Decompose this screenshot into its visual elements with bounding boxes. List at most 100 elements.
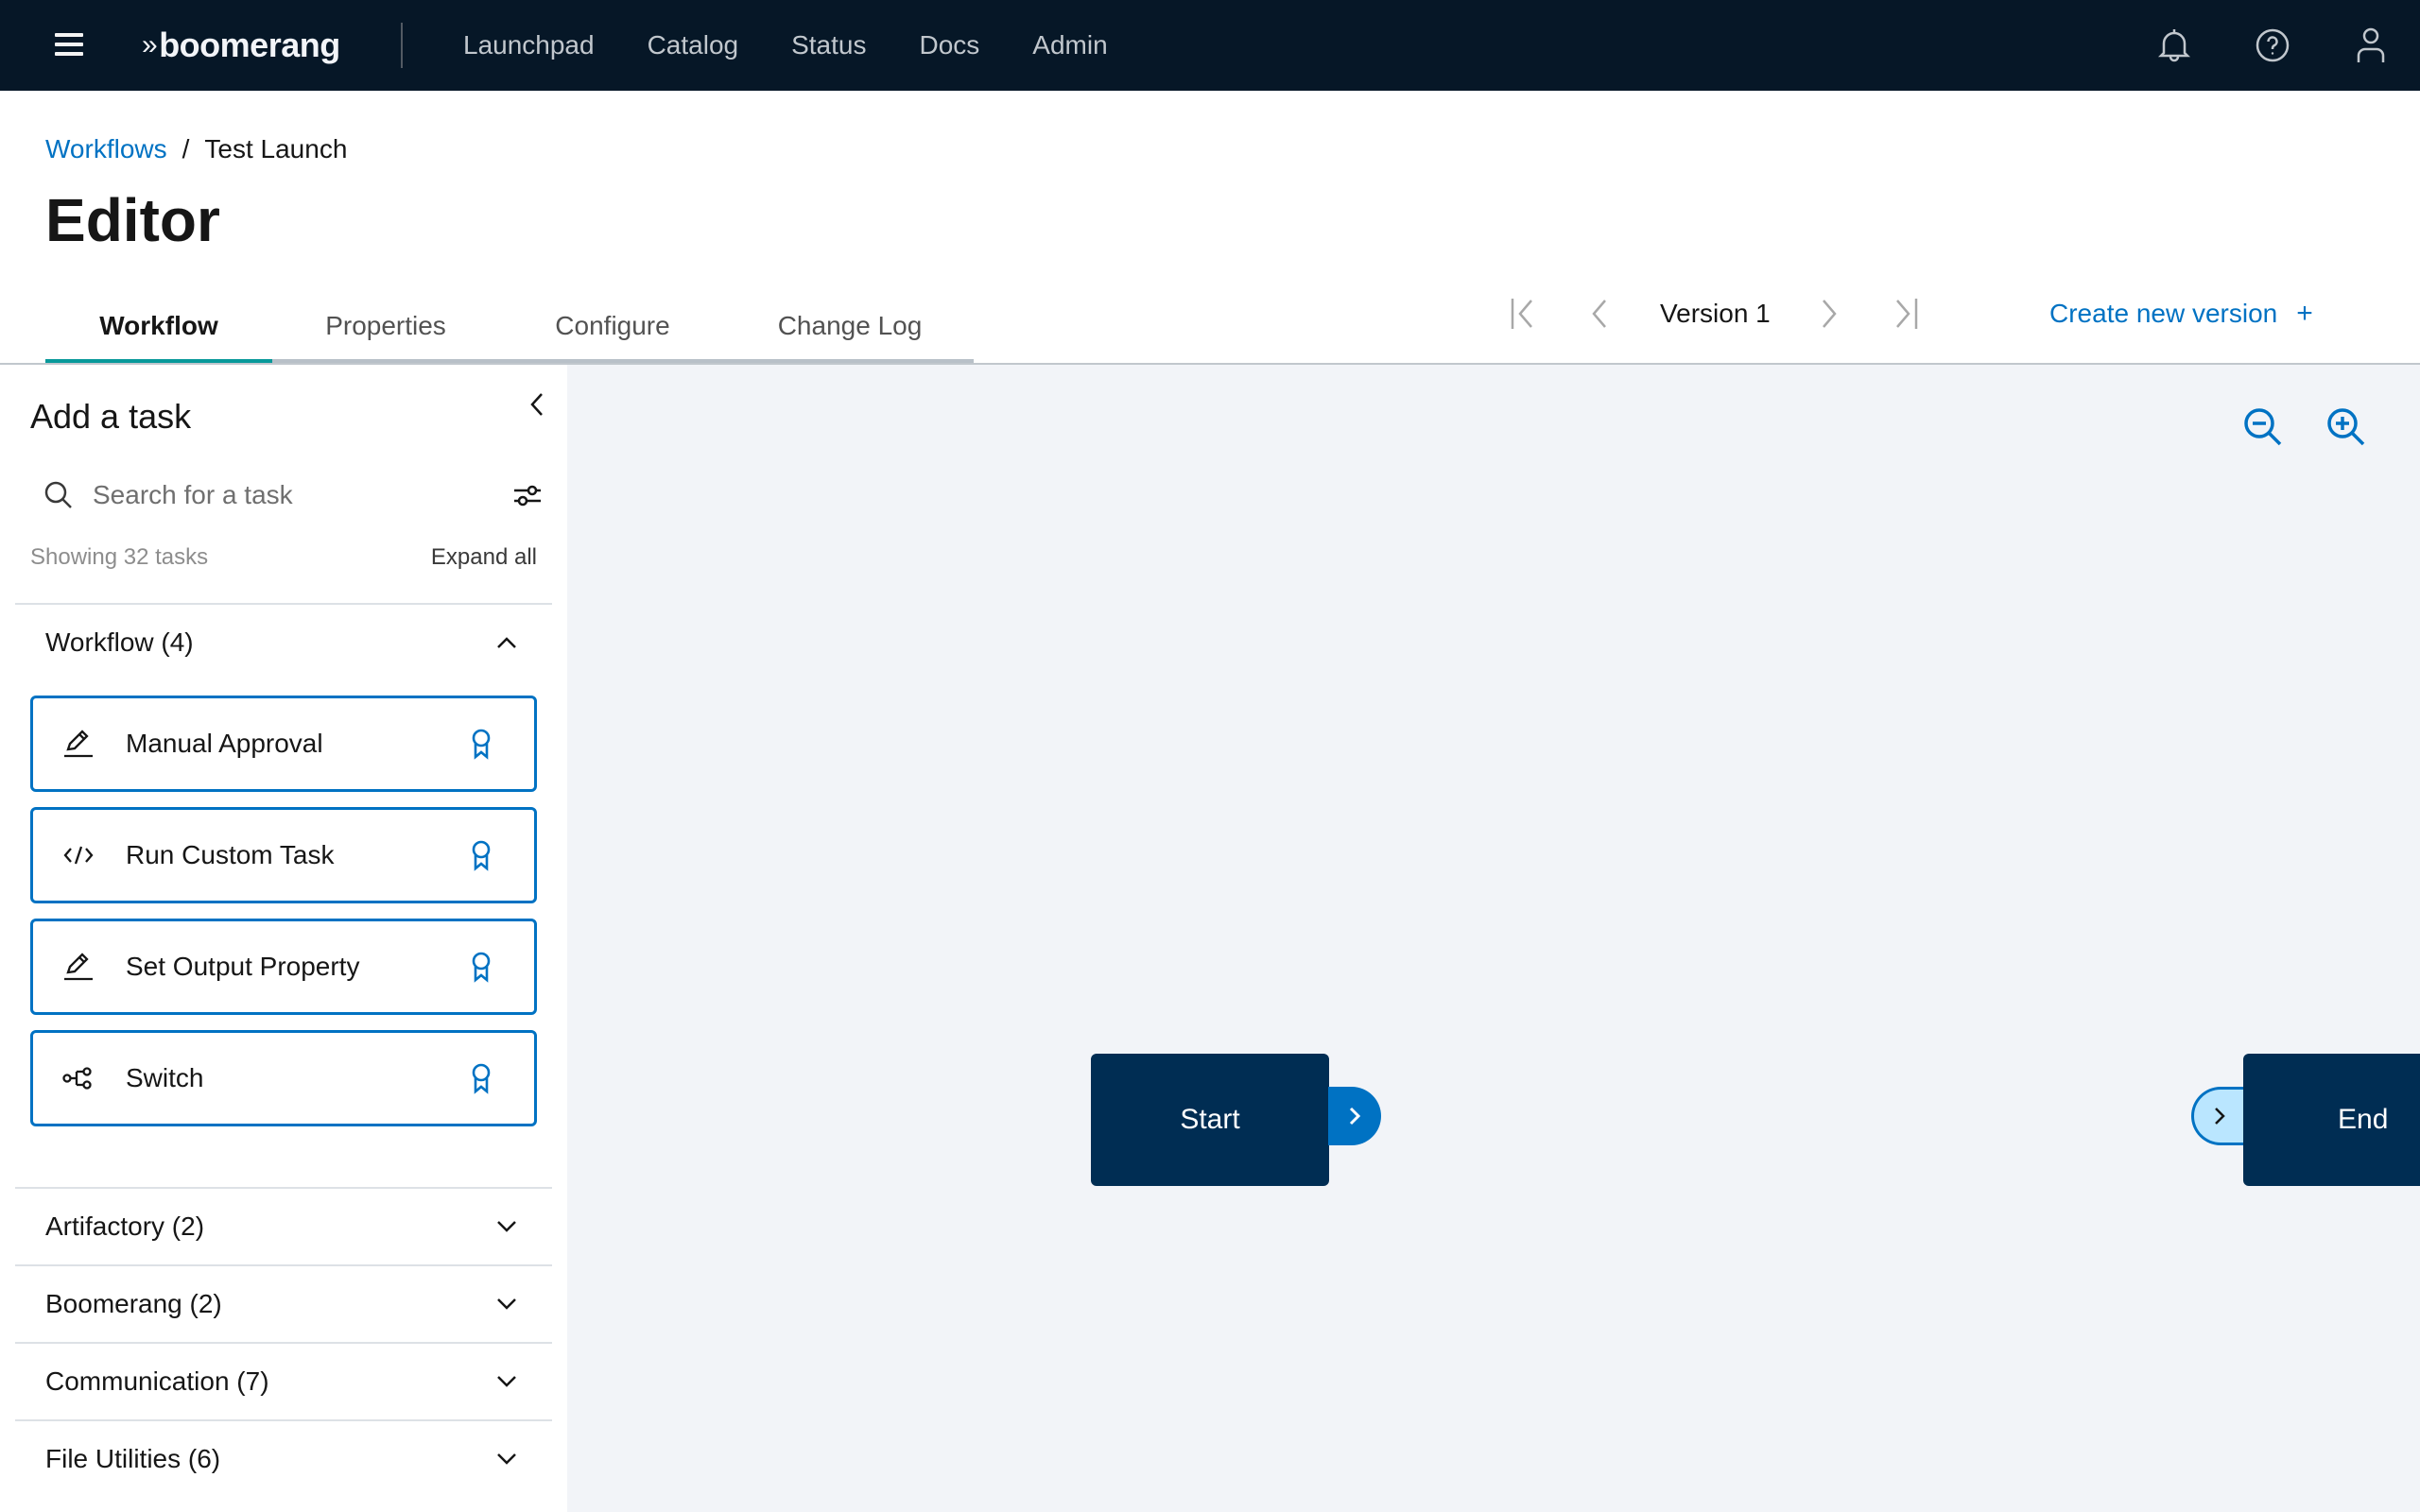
- menu-icon[interactable]: [53, 28, 85, 60]
- end-node-input-port[interactable]: [2191, 1087, 2244, 1145]
- breadcrumb-workflows-link[interactable]: Workflows: [45, 134, 167, 164]
- switch-flow-icon: [60, 1059, 97, 1097]
- user-profile-button[interactable]: [2322, 0, 2420, 91]
- chevron-left-icon: [530, 393, 543, 416]
- task-label: Run Custom Task: [126, 840, 335, 869]
- category-label: File Utilities (6): [45, 1444, 221, 1473]
- workflow-canvas[interactable]: Start End: [567, 365, 2420, 1512]
- task-card-set-output-property[interactable]: Set Output Property: [30, 919, 537, 1015]
- nav-status[interactable]: Status: [791, 30, 866, 60]
- category-artifactory-header[interactable]: Artifactory (2): [15, 1189, 552, 1264]
- nav-launchpad[interactable]: Launchpad: [463, 30, 595, 60]
- last-version-button[interactable]: [1884, 293, 1926, 335]
- previous-version-button[interactable]: [1579, 293, 1620, 335]
- page-last-icon: [1895, 299, 1917, 329]
- help-icon: [2256, 28, 2290, 62]
- task-count: Showing 32 tasks: [30, 544, 209, 570]
- nav-docs[interactable]: Docs: [919, 30, 979, 60]
- settings-adjust-icon: [514, 485, 541, 507]
- help-button[interactable]: [2223, 0, 2322, 91]
- page-first-icon: [1511, 299, 1532, 329]
- task-search: [30, 465, 548, 525]
- node-label: End: [2338, 1104, 2389, 1135]
- chevron-right-icon: [1822, 300, 1837, 328]
- chevron-right-icon: [1349, 1107, 1361, 1125]
- add-icon: +: [2296, 298, 2313, 329]
- app-name: boomerang: [159, 26, 340, 64]
- nav-admin[interactable]: Admin: [1032, 30, 1107, 60]
- expand-all-button[interactable]: Expand all: [431, 544, 537, 571]
- category-file-utilities-header[interactable]: File Utilities (6): [15, 1421, 552, 1497]
- sidebar-title: Add a task: [30, 397, 192, 436]
- tab-change-log[interactable]: Change Log: [726, 293, 974, 363]
- app-logo[interactable]: » boomerang: [142, 21, 340, 70]
- start-node[interactable]: Start: [1091, 1054, 1329, 1186]
- tab-configure[interactable]: Configure: [499, 293, 726, 363]
- bell-icon: [2157, 29, 2191, 62]
- task-card-switch[interactable]: Switch: [30, 1030, 537, 1126]
- create-new-version-button[interactable]: Create new version +: [2049, 284, 2313, 344]
- tab-properties[interactable]: Properties: [272, 293, 499, 363]
- verified-badge-icon: [462, 1059, 500, 1097]
- category-label: Workflow (4): [45, 627, 194, 657]
- chevron-down-icon: [492, 1289, 522, 1319]
- filter-button[interactable]: [507, 474, 548, 516]
- zoom-out-icon: [2244, 408, 2282, 446]
- zoom-in-button[interactable]: [2318, 399, 2375, 455]
- verified-badge-icon: [462, 725, 500, 763]
- chevron-down-icon: [492, 1366, 522, 1397]
- user-icon: [2357, 27, 2385, 62]
- chevron-up-icon: [492, 627, 522, 658]
- verified-badge-icon: [462, 836, 500, 874]
- version-label: Version 1: [1660, 299, 1771, 328]
- zoom-out-button[interactable]: [2235, 399, 2291, 455]
- boomerang-logo-icon: »: [142, 29, 158, 60]
- end-node[interactable]: End: [2243, 1054, 2420, 1186]
- category-communication-header[interactable]: Communication (7): [15, 1344, 552, 1419]
- category-workflow: Workflow (4): [15, 603, 552, 680]
- task-label: Switch: [126, 1063, 204, 1092]
- nav-catalog[interactable]: Catalog: [648, 30, 739, 60]
- category-boomerang-header[interactable]: Boomerang (2): [15, 1266, 552, 1342]
- category-label: Artifactory (2): [45, 1211, 205, 1241]
- node-label: Start: [1180, 1104, 1240, 1135]
- verified-badge-icon: [462, 948, 500, 986]
- task-label: Manual Approval: [126, 729, 323, 758]
- task-label: Set Output Property: [126, 952, 360, 981]
- start-node-output-port[interactable]: [1328, 1087, 1381, 1145]
- task-card-manual-approval[interactable]: Manual Approval: [30, 696, 537, 792]
- search-icon: [40, 476, 78, 514]
- category-communication: Communication (7): [15, 1342, 552, 1419]
- edit-icon: [60, 725, 97, 763]
- edit-icon: [60, 948, 97, 986]
- chevron-right-icon: [2214, 1108, 2225, 1125]
- zoom-in-icon: [2327, 408, 2365, 446]
- breadcrumb-current: Test Launch: [204, 134, 348, 163]
- main-nav: Launchpad Catalog Status Docs Admin: [463, 0, 1161, 91]
- notifications-button[interactable]: [2125, 0, 2223, 91]
- category-label: Communication (7): [45, 1366, 269, 1396]
- chevron-down-icon: [492, 1211, 522, 1242]
- chevron-down-icon: [492, 1444, 522, 1474]
- search-input[interactable]: [78, 465, 507, 525]
- task-card-run-custom-task[interactable]: Run Custom Task: [30, 807, 537, 903]
- brand-divider: [401, 23, 403, 68]
- task-sidebar: Add a task Showing 32 tasks Expand all W…: [0, 365, 567, 1512]
- page-title: Editor: [45, 186, 220, 254]
- code-icon: [60, 836, 97, 874]
- collapse-sidebar-button[interactable]: [522, 384, 552, 425]
- editor-tabs: Workflow Properties Configure Change Log: [45, 293, 974, 363]
- chevron-left-icon: [1592, 300, 1606, 328]
- category-file-utilities: File Utilities (6): [15, 1419, 552, 1497]
- version-switcher: Version 1: [1503, 284, 1926, 344]
- tab-workflow[interactable]: Workflow: [45, 293, 272, 363]
- category-workflow-header[interactable]: Workflow (4): [15, 605, 552, 680]
- create-new-version-label: Create new version: [2049, 299, 2278, 328]
- next-version-button[interactable]: [1808, 293, 1850, 335]
- category-label: Boomerang (2): [45, 1289, 222, 1318]
- header-actions: [2125, 0, 2420, 91]
- category-artifactory: Artifactory (2): [15, 1187, 552, 1264]
- breadcrumb-separator: /: [182, 134, 190, 163]
- category-boomerang: Boomerang (2): [15, 1264, 552, 1342]
- first-version-button[interactable]: [1503, 293, 1545, 335]
